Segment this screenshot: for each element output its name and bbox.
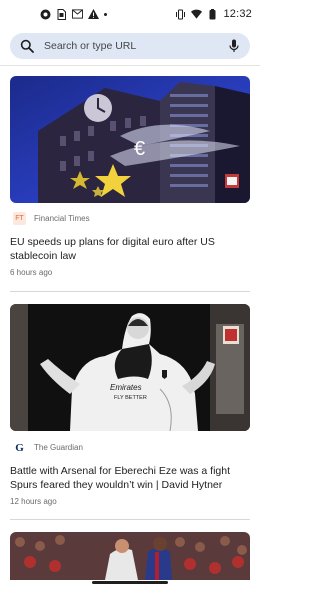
search-icon bbox=[20, 39, 34, 53]
article-timestamp: 6 hours ago bbox=[10, 268, 53, 277]
article-image-digital-euro[interactable]: € bbox=[10, 76, 250, 203]
article-source-row: FT Financial Times bbox=[13, 212, 90, 225]
header-divider bbox=[0, 65, 260, 66]
chrome-icon bbox=[40, 9, 51, 20]
article-image-football-match[interactable] bbox=[10, 532, 250, 580]
gmail-icon bbox=[72, 9, 83, 20]
microphone-icon[interactable] bbox=[228, 39, 240, 53]
card-divider bbox=[10, 291, 250, 292]
financial-times-logo-icon: FT bbox=[13, 212, 26, 225]
article-image-arsenal-mural[interactable]: Emirates FLY BETTER bbox=[10, 304, 250, 431]
article-headline[interactable]: EU speeds up plans for digital euro afte… bbox=[10, 235, 246, 263]
notification-dot-icon bbox=[104, 12, 107, 16]
article-source-name: The Guardian bbox=[34, 443, 83, 452]
status-bar: 12:32 bbox=[0, 0, 260, 28]
article-headline[interactable]: Battle with Arsenal for Eberechi Eze was… bbox=[10, 464, 246, 492]
home-gesture-bar[interactable] bbox=[92, 581, 168, 584]
svg-text:FLY BETTER: FLY BETTER bbox=[114, 395, 147, 401]
article-source-name: Financial Times bbox=[34, 214, 90, 223]
warning-icon bbox=[88, 9, 99, 20]
euro-sign: € bbox=[134, 138, 145, 160]
browser-new-tab-screen: 12:32 Search or type URL € FT Financial … bbox=[0, 0, 260, 592]
status-right-icons: 12:32 bbox=[175, 8, 252, 20]
battery-icon bbox=[207, 8, 218, 20]
guardian-logo-icon: G bbox=[13, 441, 26, 454]
clock-time: 12:32 bbox=[223, 8, 252, 20]
search-bar[interactable] bbox=[10, 33, 250, 59]
status-left-icons bbox=[40, 8, 107, 20]
wifi-icon bbox=[191, 9, 203, 20]
svg-text:Emirates: Emirates bbox=[110, 383, 142, 392]
sim-icon bbox=[56, 8, 67, 20]
search-input[interactable] bbox=[44, 40, 228, 52]
vibrate-icon bbox=[175, 9, 186, 20]
article-source-row: G The Guardian bbox=[13, 441, 83, 454]
article-timestamp: 12 hours ago bbox=[10, 497, 57, 506]
card-divider bbox=[10, 519, 250, 520]
